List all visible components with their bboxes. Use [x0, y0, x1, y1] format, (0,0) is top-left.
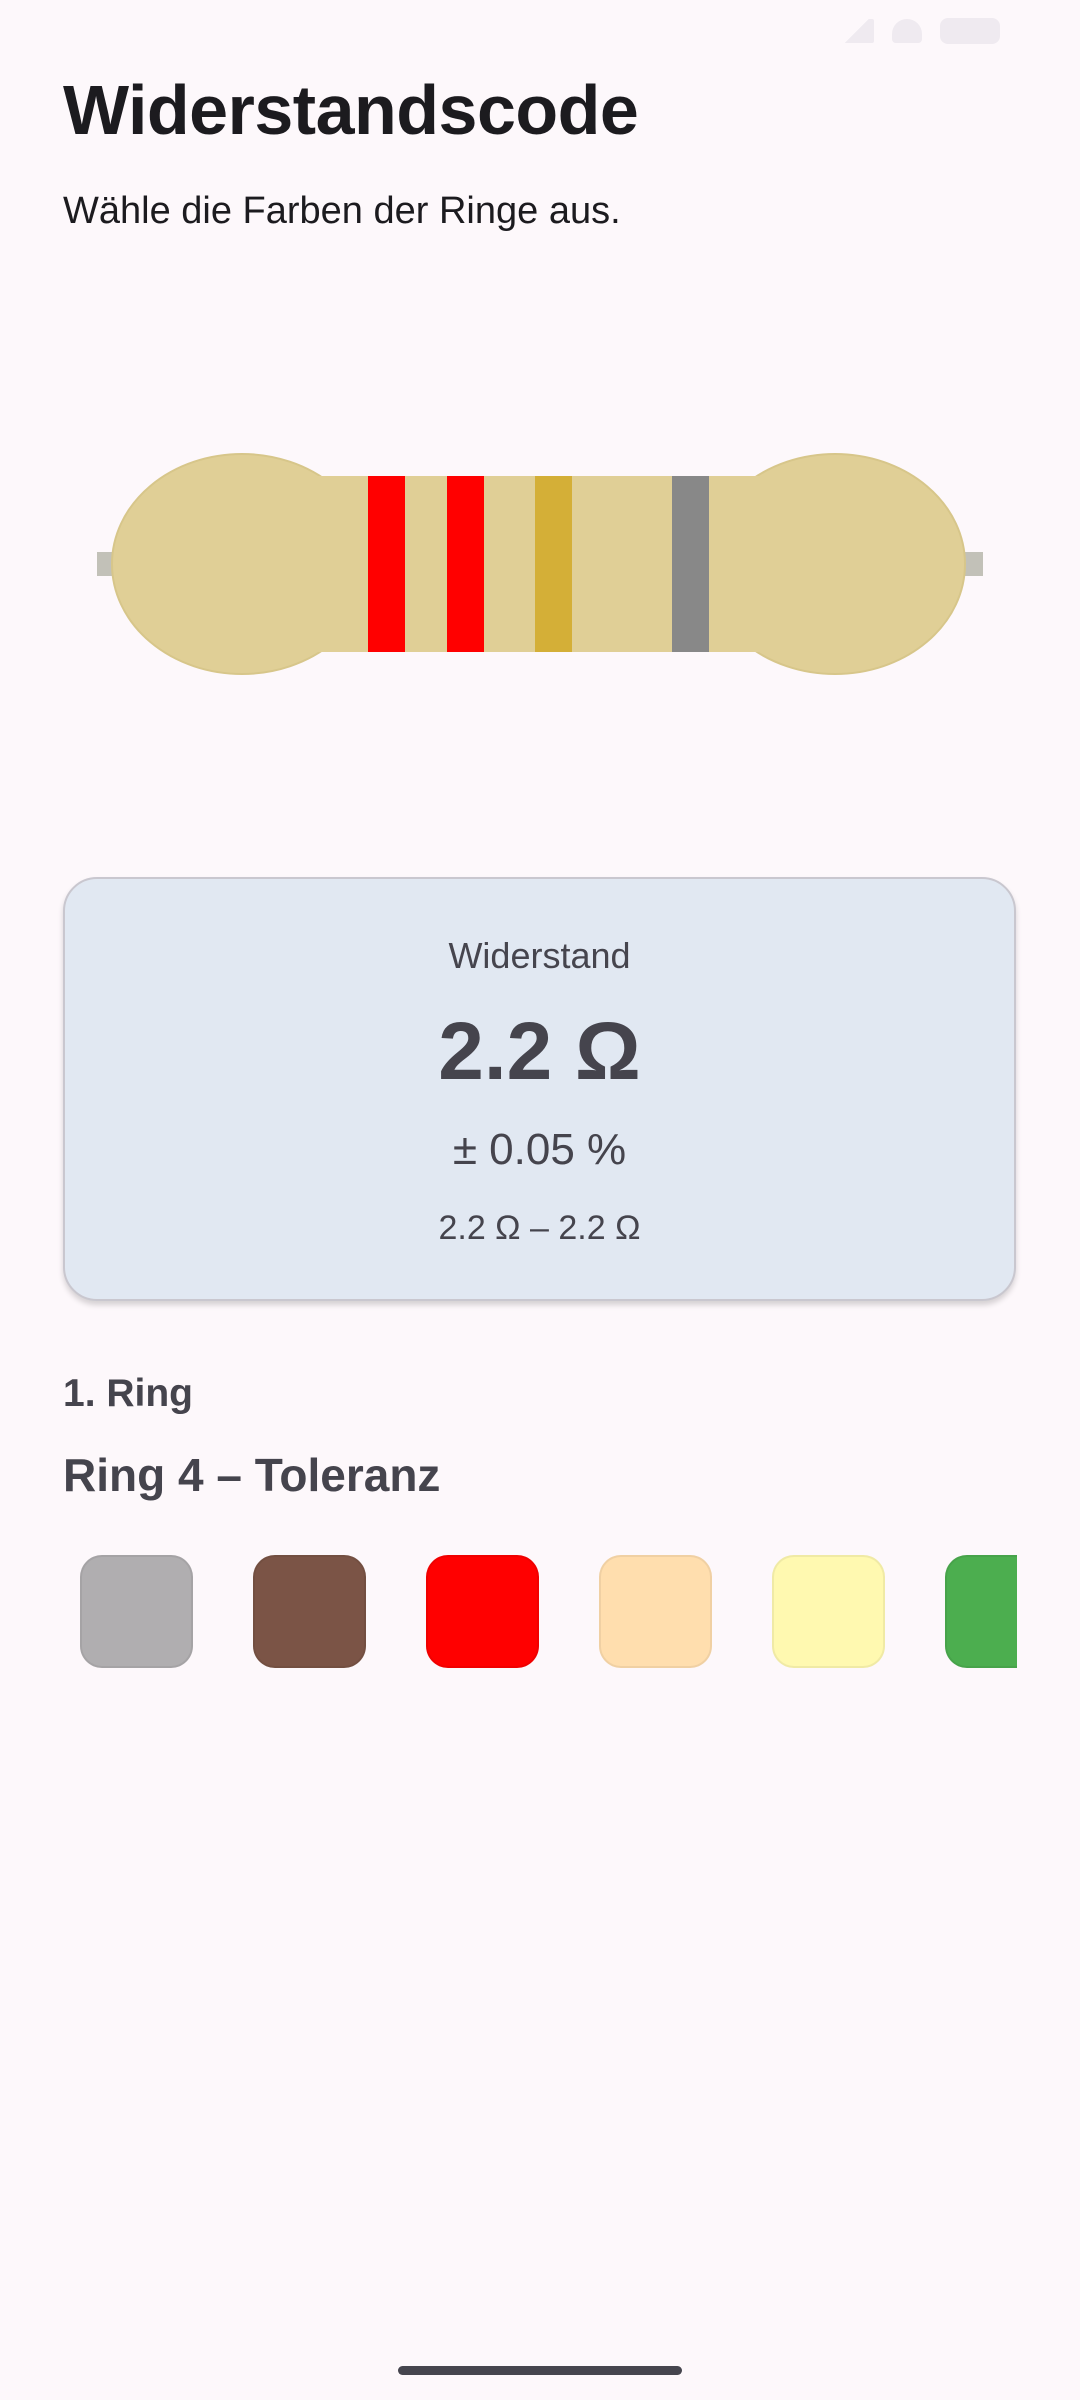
color-swatch-red[interactable]: [426, 1555, 539, 1668]
resistor-band-3-gold: [535, 476, 572, 652]
battery-icon: [940, 18, 1000, 44]
color-swatch-silver[interactable]: [80, 1555, 193, 1668]
resistance-value: 2.2 Ω: [438, 1006, 641, 1097]
tolerance-value: ± 0.05 %: [452, 1125, 627, 1174]
ring-picker-title: Ring 4 – Toleranz: [63, 1449, 441, 1501]
color-swatch-yellow-light[interactable]: [772, 1555, 885, 1668]
home-indicator[interactable]: [398, 2366, 682, 2375]
wifi-icon: [892, 19, 922, 43]
resistor-band-1-red: [368, 476, 405, 652]
resistor-illustration: [97, 453, 983, 675]
page-subtitle: Wähle die Farben der Ringe aus.: [63, 190, 621, 232]
color-swatch-orange-light[interactable]: [599, 1555, 712, 1668]
color-swatch-brown[interactable]: [253, 1555, 366, 1668]
result-label: Widerstand: [448, 935, 631, 976]
resistance-range: 2.2 Ω – 2.2 Ω: [438, 1209, 641, 1247]
page-title: Widerstandscode: [63, 71, 639, 149]
signal-icon: [840, 19, 874, 43]
resistor-band-4-gray: [672, 476, 709, 652]
status-icons: [840, 18, 1000, 44]
color-swatch-row[interactable]: [63, 1555, 1017, 1671]
ring-heading: 1. Ring: [63, 1372, 194, 1415]
resistor-band-2-red: [447, 476, 484, 652]
status-bar: [0, 0, 1080, 64]
result-card: Widerstand 2.2 Ω ± 0.05 % 2.2 Ω – 2.2 Ω: [63, 877, 1016, 1301]
color-swatch-green[interactable]: [945, 1555, 1017, 1668]
